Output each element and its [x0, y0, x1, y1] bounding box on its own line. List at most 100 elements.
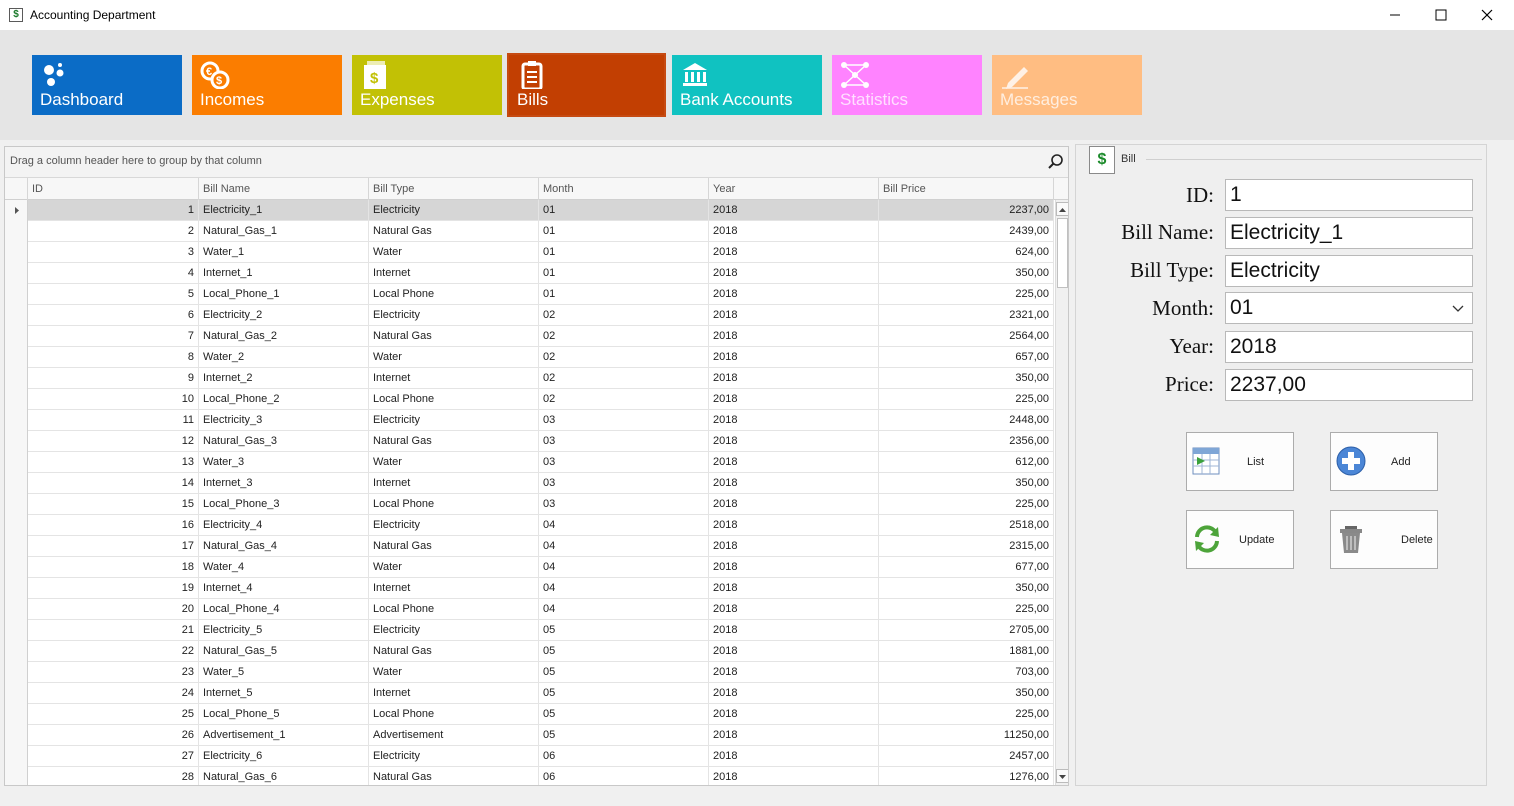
cell-month[interactable]: 02	[539, 347, 709, 368]
table-row[interactable]: 21 Electricity_5 Electricity 05 2018 2705,00	[5, 620, 1054, 641]
cell-month[interactable]: 03	[539, 431, 709, 452]
table-row[interactable]: 12 Natural_Gas_3 Natural Gas 03 2018 2356,00	[5, 431, 1054, 452]
cell-id[interactable]: 10	[28, 389, 199, 410]
vertical-scrollbar[interactable]	[1055, 200, 1068, 785]
cell-bill-price[interactable]: 225,00	[879, 494, 1054, 515]
row-indicator[interactable]	[5, 431, 28, 452]
cell-bill-name[interactable]: Natural_Gas_6	[199, 767, 369, 785]
cell-bill-price[interactable]: 1276,00	[879, 767, 1054, 785]
cell-bill-price[interactable]: 2439,00	[879, 221, 1054, 242]
row-indicator[interactable]	[5, 284, 28, 305]
scroll-up-button[interactable]	[1056, 202, 1068, 216]
table-row[interactable]: 14 Internet_3 Internet 03 2018 350,00	[5, 473, 1054, 494]
cell-bill-name[interactable]: Local_Phone_3	[199, 494, 369, 515]
tile-bills[interactable]: Bills	[507, 53, 666, 117]
cell-month[interactable]: 01	[539, 221, 709, 242]
row-indicator[interactable]	[5, 200, 28, 221]
row-indicator[interactable]	[5, 536, 28, 557]
table-row[interactable]: 3 Water_1 Water 01 2018 624,00	[5, 242, 1054, 263]
cell-bill-type[interactable]: Electricity	[369, 200, 539, 221]
cell-bill-type[interactable]: Natural Gas	[369, 641, 539, 662]
cell-month[interactable]: 01	[539, 200, 709, 221]
cell-month[interactable]: 06	[539, 746, 709, 767]
row-indicator[interactable]	[5, 725, 28, 746]
cell-bill-price[interactable]: 2705,00	[879, 620, 1054, 641]
cell-id[interactable]: 16	[28, 515, 199, 536]
cell-month[interactable]: 05	[539, 704, 709, 725]
table-row[interactable]: 27 Electricity_6 Electricity 06 2018 2457,00	[5, 746, 1054, 767]
cell-year[interactable]: 2018	[709, 284, 879, 305]
cell-month[interactable]: 05	[539, 725, 709, 746]
header-bill-name[interactable]: Bill Name	[199, 178, 369, 200]
table-row[interactable]: 8 Water_2 Water 02 2018 657,00	[5, 347, 1054, 368]
cell-year[interactable]: 2018	[709, 746, 879, 767]
cell-bill-type[interactable]: Local Phone	[369, 599, 539, 620]
table-row[interactable]: 25 Local_Phone_5 Local Phone 05 2018 225,00	[5, 704, 1054, 725]
cell-year[interactable]: 2018	[709, 725, 879, 746]
cell-bill-type[interactable]: Natural Gas	[369, 221, 539, 242]
cell-bill-name[interactable]: Internet_2	[199, 368, 369, 389]
table-row[interactable]: 24 Internet_5 Internet 05 2018 350,00	[5, 683, 1054, 704]
cell-bill-name[interactable]: Local_Phone_1	[199, 284, 369, 305]
cell-bill-type[interactable]: Water	[369, 452, 539, 473]
row-indicator[interactable]	[5, 620, 28, 641]
scroll-down-button[interactable]	[1056, 769, 1068, 783]
cell-year[interactable]: 2018	[709, 494, 879, 515]
cell-bill-price[interactable]: 1881,00	[879, 641, 1054, 662]
cell-bill-name[interactable]: Advertisement_1	[199, 725, 369, 746]
cell-bill-name[interactable]: Internet_3	[199, 473, 369, 494]
cell-month[interactable]: 02	[539, 305, 709, 326]
table-row[interactable]: 15 Local_Phone_3 Local Phone 03 2018 225,00	[5, 494, 1054, 515]
cell-id[interactable]: 18	[28, 557, 199, 578]
cell-bill-type[interactable]: Natural Gas	[369, 536, 539, 557]
cell-month[interactable]: 06	[539, 767, 709, 785]
cell-bill-price[interactable]: 350,00	[879, 473, 1054, 494]
cell-bill-price[interactable]: 2237,00	[879, 200, 1054, 221]
update-button[interactable]: Update	[1186, 510, 1294, 569]
cell-bill-type[interactable]: Local Phone	[369, 284, 539, 305]
cell-bill-price[interactable]: 2356,00	[879, 431, 1054, 452]
cell-id[interactable]: 5	[28, 284, 199, 305]
cell-bill-name[interactable]: Natural_Gas_2	[199, 326, 369, 347]
year-field[interactable]: 2018	[1225, 331, 1473, 363]
row-indicator[interactable]	[5, 704, 28, 725]
maximize-button[interactable]	[1418, 0, 1464, 30]
cell-bill-name[interactable]: Internet_1	[199, 263, 369, 284]
cell-month[interactable]: 02	[539, 389, 709, 410]
cell-bill-price[interactable]: 2518,00	[879, 515, 1054, 536]
row-indicator[interactable]	[5, 473, 28, 494]
table-row[interactable]: 11 Electricity_3 Electricity 03 2018 2448,00	[5, 410, 1054, 431]
header-bill-price[interactable]: Bill Price	[879, 178, 1054, 200]
cell-bill-price[interactable]: 624,00	[879, 242, 1054, 263]
tile-bank-accounts[interactable]: Bank Accounts	[672, 55, 822, 115]
cell-id[interactable]: 19	[28, 578, 199, 599]
cell-bill-type[interactable]: Natural Gas	[369, 767, 539, 785]
cell-id[interactable]: 15	[28, 494, 199, 515]
cell-id[interactable]: 23	[28, 662, 199, 683]
cell-year[interactable]: 2018	[709, 683, 879, 704]
cell-bill-price[interactable]: 11250,00	[879, 725, 1054, 746]
cell-year[interactable]: 2018	[709, 389, 879, 410]
cell-month[interactable]: 02	[539, 326, 709, 347]
cell-month[interactable]: 03	[539, 410, 709, 431]
row-indicator[interactable]	[5, 494, 28, 515]
cell-year[interactable]: 2018	[709, 599, 879, 620]
cell-id[interactable]: 2	[28, 221, 199, 242]
table-row[interactable]: 6 Electricity_2 Electricity 02 2018 2321,00	[5, 305, 1054, 326]
cell-bill-price[interactable]: 2315,00	[879, 536, 1054, 557]
cell-bill-type[interactable]: Local Phone	[369, 494, 539, 515]
cell-bill-name[interactable]: Natural_Gas_1	[199, 221, 369, 242]
cell-bill-name[interactable]: Local_Phone_5	[199, 704, 369, 725]
table-row[interactable]: 13 Water_3 Water 03 2018 612,00	[5, 452, 1054, 473]
header-month[interactable]: Month	[539, 178, 709, 200]
row-indicator[interactable]	[5, 662, 28, 683]
row-indicator[interactable]	[5, 389, 28, 410]
cell-bill-name[interactable]: Electricity_2	[199, 305, 369, 326]
row-indicator[interactable]	[5, 746, 28, 767]
cell-bill-name[interactable]: Electricity_5	[199, 620, 369, 641]
header-year[interactable]: Year	[709, 178, 879, 200]
cell-year[interactable]: 2018	[709, 200, 879, 221]
delete-button[interactable]: Delete	[1330, 510, 1438, 569]
row-indicator[interactable]	[5, 221, 28, 242]
add-button[interactable]: Add	[1330, 432, 1438, 491]
